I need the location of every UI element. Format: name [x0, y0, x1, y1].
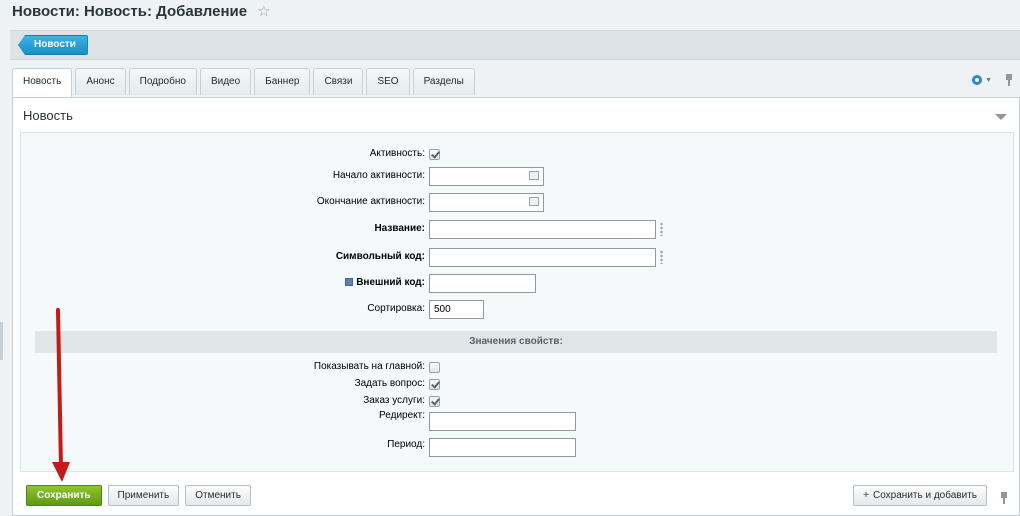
edit-panel: Новость Активность: Начало активности: О… — [12, 97, 1020, 516]
name-input[interactable] — [429, 220, 656, 239]
active-checkbox[interactable] — [429, 149, 440, 160]
field-row-start: Начало активности: — [21, 167, 1015, 187]
toolbar: Новости — [10, 30, 1020, 60]
tab-tools: ▼ — [972, 74, 1014, 86]
page-title: Новости: Новость: Добавление ☆ — [12, 2, 271, 21]
tab-banner[interactable]: Баннер — [254, 68, 311, 95]
back-to-news-button[interactable]: Новости — [18, 35, 88, 55]
field-row-name: Название: — [21, 220, 1015, 240]
calendar-icon[interactable] — [529, 171, 539, 180]
code-input[interactable] — [429, 248, 656, 267]
field-row-code: Символьный код: — [21, 248, 1015, 268]
field-row-redirect: Редирект: — [21, 409, 1015, 431]
field-label: Активность: — [369, 148, 425, 159]
apply-button[interactable]: Применить — [107, 485, 180, 506]
collapse-icon[interactable] — [995, 114, 1007, 120]
star-icon[interactable]: ☆ — [257, 2, 270, 20]
tab-details[interactable]: Подробно — [128, 68, 197, 95]
field-label: Заказ услуги: — [363, 395, 425, 406]
save-button[interactable]: Сохранить — [26, 485, 102, 506]
field-label: Задать вопрос: — [354, 378, 425, 389]
field-label: Начало активности: — [332, 170, 425, 181]
drag-handle-icon[interactable] — [659, 222, 664, 236]
sidebar-handle[interactable] — [0, 322, 3, 360]
pin-icon[interactable] — [1004, 74, 1014, 86]
start-date-input[interactable] — [429, 167, 544, 186]
end-date-input[interactable] — [429, 193, 544, 212]
section-title: Новость — [23, 108, 73, 123]
field-row-period: Период: — [21, 435, 1015, 457]
ask-question-checkbox[interactable] — [429, 379, 440, 390]
show-main-checkbox[interactable] — [429, 362, 440, 373]
field-row-sort: Сортировка: 500 — [21, 300, 1015, 320]
field-row-end: Окончание активности: — [21, 193, 1015, 213]
tab-seo[interactable]: SEO — [366, 68, 410, 95]
tabs: Новость Анонс Подробно Видео Баннер Связ… — [12, 68, 478, 97]
drag-handle-icon[interactable] — [659, 250, 664, 264]
pin-icon[interactable] — [999, 492, 1009, 504]
field-row-external: Внешний код: — [21, 274, 1015, 294]
field-label-text: Внешний код: — [356, 277, 425, 288]
field-label: Символьный код: — [335, 251, 425, 262]
gear-icon[interactable] — [972, 75, 983, 85]
square-icon — [345, 278, 354, 286]
footer-buttons: Сохранить Применить Отменить — [26, 485, 251, 506]
chevron-down-icon[interactable]: ▼ — [985, 77, 992, 84]
form-area: Активность: Начало активности: Окончание… — [20, 132, 1014, 472]
tab-news[interactable]: Новость — [12, 68, 73, 97]
redirect-input[interactable] — [429, 412, 576, 431]
period-input[interactable] — [429, 438, 576, 457]
tab-video[interactable]: Видео — [199, 68, 252, 95]
field-label: Сортировка: — [367, 303, 425, 314]
cancel-button[interactable]: Отменить — [185, 485, 251, 506]
field-label: Показывать на главной: — [313, 361, 425, 372]
plus-icon: + — [863, 490, 870, 501]
sort-input[interactable]: 500 — [429, 300, 484, 319]
field-label: Редирект: — [379, 410, 425, 421]
order-service-checkbox[interactable] — [429, 396, 440, 407]
tab-links[interactable]: Связи — [313, 68, 364, 95]
save-and-add-button[interactable]: + Сохранить и добавить — [853, 485, 987, 506]
external-code-input[interactable] — [429, 274, 536, 293]
page-title-text: Новости: Новость: Добавление — [12, 2, 248, 20]
field-label: Окончание активности: — [316, 196, 425, 207]
tab-sections[interactable]: Разделы — [412, 68, 475, 95]
field-label: Период: — [387, 439, 425, 450]
field-row-active: Активность: — [21, 145, 1015, 165]
save-and-add-label: Сохранить и добавить — [873, 490, 977, 501]
calendar-icon[interactable] — [529, 197, 539, 206]
field-label: Название: — [374, 223, 425, 234]
tab-announce[interactable]: Анонс — [75, 68, 126, 95]
properties-header: Значения свойств: — [35, 331, 997, 353]
field-label: Внешний код: — [345, 277, 425, 288]
